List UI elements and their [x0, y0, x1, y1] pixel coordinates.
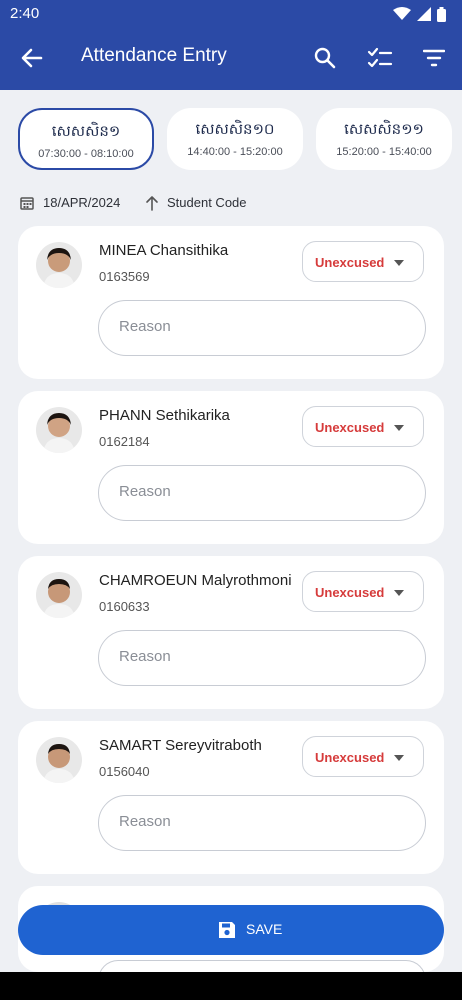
attendance-status-value: Unexcused [315, 420, 385, 435]
student-card: CHAMROEUN Malyrothmoni 0160633 Unexcused [18, 556, 444, 709]
system-nav-bar [0, 972, 462, 1000]
wifi-icon [393, 7, 411, 20]
chevron-down-icon [394, 260, 404, 266]
chevron-down-icon [394, 755, 404, 761]
date-picker[interactable]: 18/APR/2024 [43, 195, 120, 210]
attendance-status-value: Unexcused [315, 750, 385, 765]
reason-field[interactable] [98, 465, 426, 521]
reason-field[interactable] [98, 795, 426, 851]
back-arrow-icon[interactable] [21, 48, 43, 68]
reason-input[interactable] [117, 647, 401, 666]
session-tab-11[interactable]: សេសសិន១១ 15:20:00 - 15:40:00 [316, 108, 452, 170]
status-bar-icons [393, 6, 446, 22]
session-tabs: សេសសិន១ 07:30:00 - 08:10:00 សេសសិន១០ 14:… [0, 90, 462, 180]
session-time: 15:20:00 - 15:40:00 [336, 146, 432, 158]
student-code: 0160633 [99, 599, 150, 614]
attendance-status-dropdown[interactable]: Unexcused [302, 241, 424, 282]
session-name: សេសសិន១០ [195, 120, 275, 138]
session-time: 14:40:00 - 15:20:00 [187, 146, 283, 158]
student-code: 0163569 [99, 269, 150, 284]
student-name: MINEA Chansithika [99, 242, 229, 259]
student-code: 0162184 [99, 434, 150, 449]
checklist-icon[interactable] [367, 47, 393, 69]
avatar [36, 407, 82, 453]
student-code: 0156040 [99, 764, 150, 779]
filter-icon[interactable] [423, 49, 445, 67]
calendar-icon [20, 197, 34, 210]
reason-field[interactable] [98, 630, 426, 686]
app-bar: 2:40 Attendance Entry [0, 0, 462, 90]
search-icon[interactable] [314, 47, 336, 69]
session-time: 07:30:00 - 08:10:00 [38, 148, 134, 160]
student-name: PHANN Sethikarika [99, 407, 230, 424]
session-tab-1[interactable]: សេសសិន១ 07:30:00 - 08:10:00 [18, 108, 154, 170]
reason-input[interactable] [117, 317, 401, 336]
reason-input[interactable] [117, 812, 401, 831]
attendance-status-value: Unexcused [315, 255, 385, 270]
student-card: PHANN Sethikarika 0162184 Unexcused [18, 391, 444, 544]
student-card: SAMART Sereyvitraboth 0156040 Unexcused [18, 721, 444, 874]
avatar [36, 242, 82, 288]
save-button[interactable]: SAVE [18, 905, 444, 955]
battery-icon [437, 6, 446, 22]
reason-field[interactable] [98, 300, 426, 356]
avatar [36, 737, 82, 783]
session-tab-10[interactable]: សេសសិន១០ 14:40:00 - 15:20:00 [167, 108, 303, 170]
page-title: Attendance Entry [81, 45, 227, 66]
session-name: សេសសិន១១ [344, 120, 424, 138]
save-disk-icon [219, 922, 235, 938]
save-button-label: SAVE [246, 921, 283, 937]
sort-label[interactable]: Student Code [167, 195, 247, 210]
avatar [36, 572, 82, 618]
reason-input[interactable] [117, 482, 401, 501]
filter-row: 18/APR/2024 Student Code [0, 190, 462, 216]
attendance-status-dropdown[interactable]: Unexcused [302, 406, 424, 447]
chevron-down-icon [394, 590, 404, 596]
sort-arrow-up-icon[interactable] [145, 195, 159, 211]
session-name: សេសសិន១ [51, 122, 121, 140]
chevron-down-icon [394, 425, 404, 431]
signal-icon [417, 7, 431, 21]
student-name: CHAMROEUN Malyrothmoni [99, 572, 292, 589]
status-bar-time: 2:40 [10, 5, 40, 22]
student-card: MINEA Chansithika 0163569 Unexcused [18, 226, 444, 379]
attendance-status-dropdown[interactable]: Unexcused [302, 571, 424, 612]
attendance-status-value: Unexcused [315, 585, 385, 600]
student-name: SAMART Sereyvitraboth [99, 737, 262, 754]
attendance-status-dropdown[interactable]: Unexcused [302, 736, 424, 777]
